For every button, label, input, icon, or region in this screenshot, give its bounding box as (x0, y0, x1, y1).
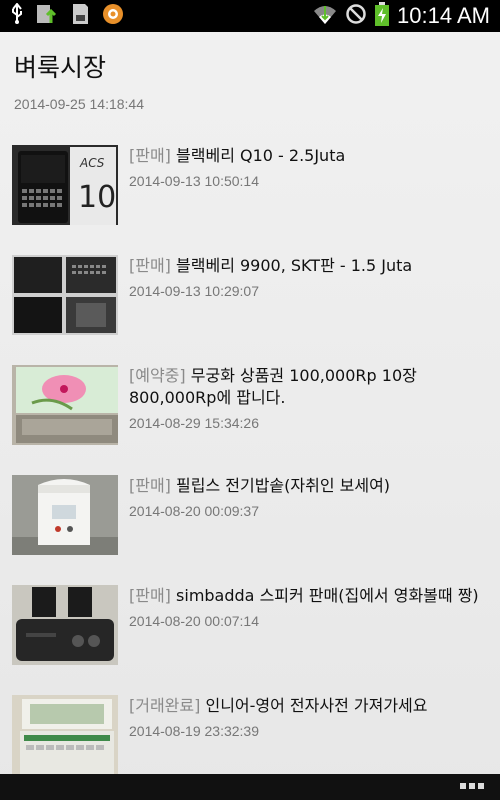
item-title: [거래완료] 인니어-영어 전자사전 가져가세요 (129, 695, 480, 717)
app-notification-icon (102, 3, 124, 29)
status-bar: 10:14 AM (0, 0, 500, 32)
status-time: 10:14 AM (397, 3, 490, 28)
no-signal-icon (345, 3, 367, 29)
status-tag: [예약중] (129, 366, 186, 385)
item-date: 2014-09-13 10:29:07 (129, 283, 259, 299)
list-item[interactable]: [판매] simbadda 스피커 판매(집에서 영화볼때 짱) 2014-08… (0, 585, 500, 695)
blackberry-q10-photo: ACS 10 (12, 145, 118, 225)
page-title: 벼룩시장 (14, 53, 107, 82)
electronic-dictionary-photo (12, 695, 118, 775)
speaker-photo (12, 585, 118, 665)
last-updated-timestamp: 2014-09-25 14:18:44 (14, 96, 144, 112)
status-tag: [거래완료] (129, 696, 201, 715)
app-screen: 10:14 AM 벼룩시장 2014-09-25 14:18:44 ACS 10… (0, 0, 500, 800)
status-tag: [판매] (129, 146, 171, 165)
item-date: 2014-08-29 15:34:26 (129, 415, 259, 431)
item-title-text: simbadda 스피커 판매(집에서 영화볼때 짱) (176, 586, 479, 605)
blackberry-9900-photo (12, 255, 118, 335)
item-title: [판매] simbadda 스피커 판매(집에서 영화볼때 짱) (129, 585, 480, 607)
usb-icon (10, 2, 24, 29)
list-item[interactable]: [판매] 블랙베리 9900, SKT판 - 1.5 Juta 2014-09-… (0, 255, 500, 365)
file-upload-icon (36, 3, 58, 29)
overflow-menu-icon[interactable] (460, 783, 484, 789)
status-tag: [판매] (129, 586, 171, 605)
item-title-text: 블랙베리 Q10 - 2.5Juta (176, 146, 346, 165)
rice-cooker-photo (12, 475, 118, 555)
item-title: [판매] 블랙베리 9900, SKT판 - 1.5 Juta (129, 255, 480, 277)
battery-charging-icon (375, 2, 390, 30)
sd-card-icon (70, 3, 90, 29)
status-tag: [판매] (129, 256, 171, 275)
item-date: 2014-08-19 23:32:39 (129, 723, 259, 739)
item-title-text: 필립스 전기밥솥(자취인 보세여) (176, 476, 391, 495)
item-title-text: 블랙베리 9900, SKT판 - 1.5 Juta (176, 256, 413, 275)
listing-list: ACS 10 [판매] 블랙베리 Q10 - 2.5Juta 2014-09-1… (0, 145, 500, 800)
list-item[interactable]: [예약중] 무궁화 상품권 100,000Rp 10장 800,000Rp에 팝… (0, 365, 500, 475)
item-title: [판매] 블랙베리 Q10 - 2.5Juta (129, 145, 480, 167)
bottom-bar (0, 774, 500, 800)
svg-text:ACS: ACS (79, 156, 105, 170)
list-item[interactable]: ACS 10 [판매] 블랙베리 Q10 - 2.5Juta 2014-09-1… (0, 145, 500, 255)
list-item[interactable]: [판매] 필립스 전기밥솥(자취인 보세여) 2014-08-20 00:09:… (0, 475, 500, 585)
item-title-text: 인니어-영어 전자사전 가져가세요 (205, 696, 428, 715)
item-title: [예약중] 무궁화 상품권 100,000Rp 10장 800,000Rp에 팝… (129, 365, 480, 409)
svg-text:10: 10 (78, 180, 116, 215)
item-date: 2014-08-20 00:07:14 (129, 613, 259, 629)
item-title: [판매] 필립스 전기밥솥(자취인 보세여) (129, 475, 480, 497)
item-date: 2014-09-13 10:50:14 (129, 173, 259, 189)
status-tag: [판매] (129, 476, 171, 495)
wifi-icon (313, 3, 337, 29)
gift-voucher-photo (12, 365, 118, 445)
item-date: 2014-08-20 00:09:37 (129, 503, 259, 519)
